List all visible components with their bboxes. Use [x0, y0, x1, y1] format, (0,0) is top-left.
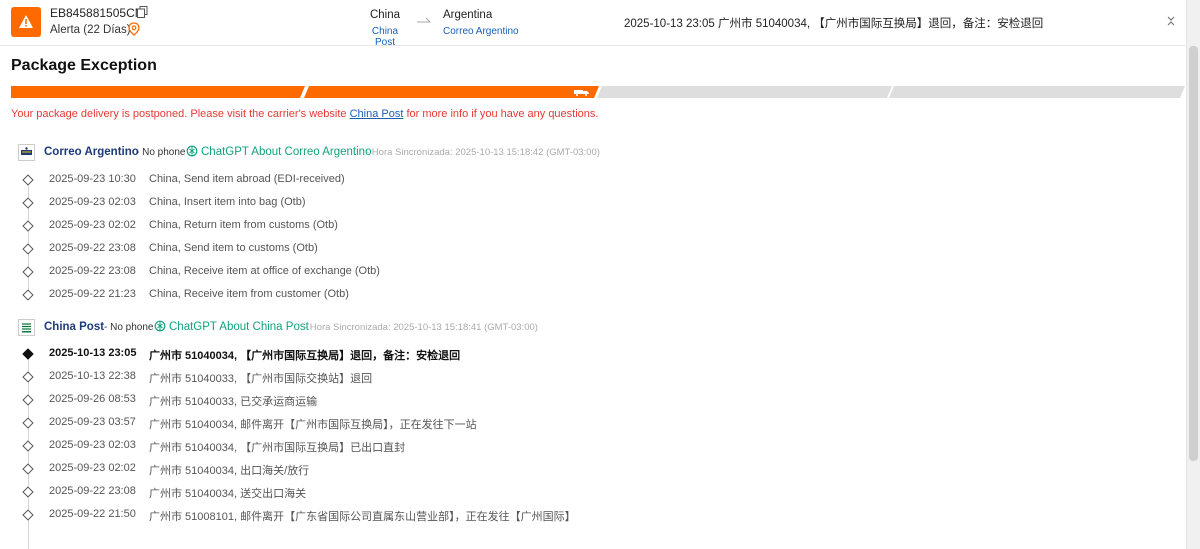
timeline-dot: [22, 417, 34, 429]
page-title: Package Exception: [11, 57, 157, 74]
event-time: 2025-09-22 23:08: [49, 265, 136, 277]
event-description: China, Insert item into bag (Otb): [149, 196, 306, 208]
carrier-phone: - No phone: [104, 322, 154, 333]
progress-step-3: [597, 86, 892, 98]
tracking-card: EB845881505CN Alerta (22 Días) China Chi…: [0, 0, 1187, 549]
event-time: 2025-09-22 21:50: [49, 508, 136, 520]
event-time: 2025-09-23 02:02: [49, 219, 136, 231]
correo-argentino-logo: [18, 144, 35, 161]
progress-step-2: [304, 86, 599, 98]
event-time: 2025-09-23 03:57: [49, 416, 136, 428]
notice-text: Your package delivery is postponed. Plea…: [11, 108, 350, 120]
event-time: 2025-09-26 08:53: [49, 393, 136, 405]
event-time: 2025-09-23 10:30: [49, 173, 136, 185]
timeline-dot: [22, 266, 34, 278]
event-description: 广州市 51040034, 出口海关/放行: [149, 465, 310, 477]
event-time: 2025-10-13 22:38: [49, 370, 136, 382]
event-description: 广州市 51008101, 邮件离开【广东省国际公司直属东山营业部】，正在发往【…: [149, 511, 576, 523]
event-description: 广州市 51040033, 【广州市国际交换站】退回: [149, 373, 373, 385]
timeline-dot: [22, 509, 34, 521]
chatgpt-label: ChatGPT About China Post: [169, 321, 309, 333]
timeline-dot: [22, 348, 34, 360]
event-time: 2025-09-23 02:03: [49, 439, 136, 451]
chatgpt-label: ChatGPT About Correo Argentino: [201, 146, 372, 158]
progress-step-4: [889, 86, 1185, 98]
event-time: 2025-10-13 23:05: [49, 347, 137, 359]
carrier-phone: - No phone: [136, 147, 186, 158]
route-arrow-icon: [417, 17, 432, 23]
event-description: China, Return item from customs (Otb): [149, 219, 338, 231]
timeline-dot: [22, 289, 34, 301]
timeline-dot: [22, 486, 34, 498]
tracking-header[interactable]: EB845881505CN Alerta (22 Días) China Chi…: [0, 0, 1186, 48]
route-origin: China China Post: [362, 9, 408, 48]
event-description: China, Send item to customs (Otb): [149, 242, 318, 254]
timeline-dot: [22, 243, 34, 255]
chatgpt-icon: [186, 145, 198, 157]
event-description: China, Send item abroad (EDI-received): [149, 173, 345, 185]
event-description: 广州市 51040033, 已交承运商运输: [149, 396, 318, 408]
timeline-dot: [22, 174, 34, 186]
event-time: 2025-09-22 23:08: [49, 242, 136, 254]
event-description: 广州市 51040034, 【广州市国际互换局】退回，备注：安检退回: [149, 350, 461, 362]
origin-carrier-link[interactable]: China Post: [362, 26, 408, 48]
copy-icon[interactable]: [137, 6, 148, 18]
alert-icon: [11, 7, 41, 37]
vertical-scrollbar[interactable]: [1187, 0, 1200, 549]
scrollbar-thumb[interactable]: [1189, 46, 1198, 461]
event-time: 2025-09-23 02:02: [49, 462, 136, 474]
chatgpt-link[interactable]: ChatGPT About Correo Argentino: [186, 145, 371, 158]
notice-text-end: for more info if you have any questions.: [403, 108, 599, 120]
timeline-dot: [22, 463, 34, 475]
alert-status: Alerta (22 Días): [50, 24, 131, 36]
carrier-website-link[interactable]: China Post: [350, 108, 404, 120]
sync-time: - Hora Sincronizada: 2025-10-13 15:18:42…: [366, 147, 600, 158]
chatgpt-icon: [154, 320, 166, 332]
event-time: 2025-09-23 02:03: [49, 196, 136, 208]
location-pin-icon: [128, 22, 140, 36]
collapse-icon[interactable]: [1166, 15, 1176, 27]
timeline-dot: [22, 197, 34, 209]
sync-time: - Hora Sincronizada: 2025-10-13 15:18:41…: [304, 322, 538, 333]
latest-event: 2025-10-13 23:05 广州市 51040034, 【广州市国际互换局…: [624, 18, 1044, 30]
tracking-number: EB845881505CN: [50, 6, 144, 20]
carrier-name[interactable]: China Post: [44, 321, 104, 333]
event-description: 广州市 51040034, 送交出口海关: [149, 488, 307, 500]
event-description: 广州市 51040034, 【广州市国际互换局】已出口直封: [149, 442, 406, 454]
event-description: China, Receive item at office of exchang…: [149, 265, 380, 277]
timeline-dot: [22, 371, 34, 383]
chatgpt-link[interactable]: ChatGPT About China Post: [154, 320, 309, 333]
carrier-name[interactable]: Correo Argentino: [44, 146, 139, 158]
china-post-logo: [18, 319, 35, 336]
event-description: China, Receive item from customer (Otb): [149, 288, 349, 300]
progress-bar: [11, 86, 1187, 98]
timeline-dot: [22, 394, 34, 406]
origin-country: China: [369, 9, 401, 21]
truck-icon: [574, 90, 589, 96]
destination-carrier-link[interactable]: Correo Argentino: [443, 26, 519, 37]
event-time: 2025-09-22 23:08: [49, 485, 136, 497]
route-destination: Argentina Correo Argentino: [443, 9, 519, 37]
timeline-dot: [22, 440, 34, 452]
timeline-dot: [22, 220, 34, 232]
delay-notice: Your package delivery is postponed. Plea…: [11, 108, 598, 120]
destination-country: Argentina: [443, 9, 493, 21]
event-description: 广州市 51040034, 邮件离开【广州市国际互换局】，正在发往下一站: [149, 419, 477, 431]
progress-step-1: [11, 86, 305, 98]
event-time: 2025-09-22 21:23: [49, 288, 136, 300]
